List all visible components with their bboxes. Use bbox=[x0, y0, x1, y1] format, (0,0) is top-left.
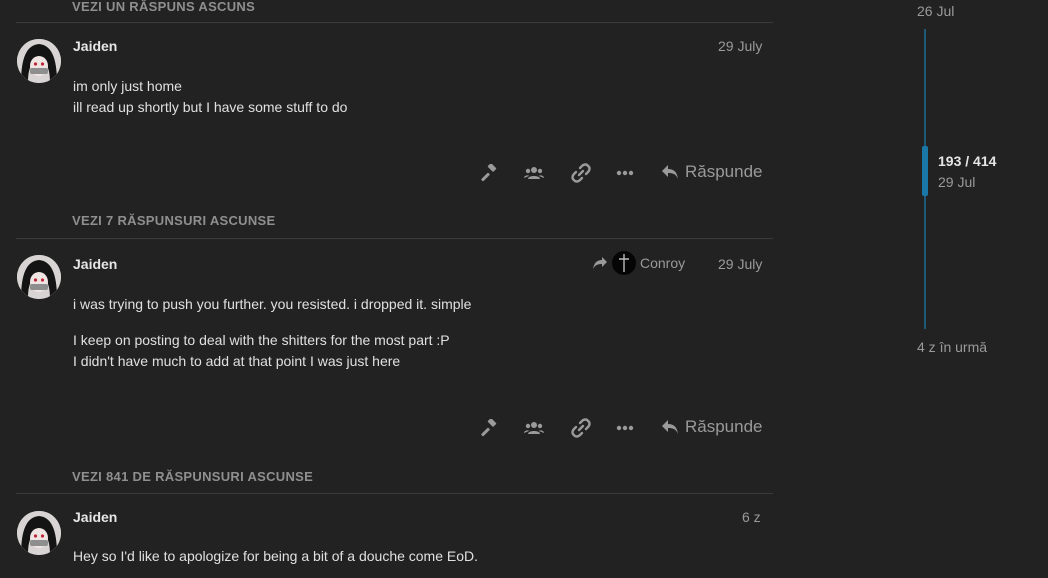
topic-page: VEZI UN RĂSPUNS ASCUNS Jaiden 29 July im… bbox=[0, 0, 1048, 578]
reply-button[interactable]: Răspunde bbox=[661, 417, 763, 437]
gavel-icon[interactable] bbox=[479, 417, 501, 439]
post-username[interactable]: Jaiden bbox=[73, 256, 117, 272]
reply-button-label: Răspunde bbox=[685, 162, 763, 181]
timeline-position: 193 / 414 bbox=[938, 153, 997, 169]
post-date[interactable]: 29 July bbox=[718, 38, 762, 54]
post-paragraph: im only just home ill read up shortly bu… bbox=[73, 78, 348, 115]
post-divider bbox=[16, 238, 773, 239]
show-hidden-replies-link[interactable]: VEZI UN RĂSPUNS ASCUNS bbox=[72, 0, 255, 14]
ellipsis-icon[interactable] bbox=[614, 417, 636, 439]
timeline-start-date[interactable]: 26 Jul bbox=[917, 3, 954, 19]
post-paragraph: i was trying to push you further. you re… bbox=[73, 296, 472, 312]
post-divider bbox=[16, 22, 773, 23]
reply-to-avatar bbox=[612, 251, 636, 275]
post-body: Hey so I'd like to apologize for being a… bbox=[73, 546, 478, 567]
avatar[interactable] bbox=[17, 511, 61, 555]
reply-button[interactable]: Răspunde bbox=[661, 162, 763, 182]
post-body: im only just home ill read up shortly bu… bbox=[73, 76, 347, 118]
timeline-end-label[interactable]: 4 z în urmă bbox=[917, 339, 987, 355]
post-date[interactable]: 6 z bbox=[742, 509, 761, 525]
post-date[interactable]: 29 July bbox=[718, 256, 762, 272]
timeline-scroll-handle[interactable] bbox=[922, 146, 928, 196]
post-paragraph: Hey so I'd like to apologize for being a… bbox=[73, 548, 479, 564]
reply-icon bbox=[662, 165, 678, 179]
gavel-icon[interactable] bbox=[479, 162, 501, 184]
ellipsis-icon[interactable] bbox=[614, 162, 636, 184]
reply-icon bbox=[662, 420, 678, 434]
link-icon[interactable] bbox=[570, 417, 592, 439]
avatar[interactable] bbox=[17, 39, 61, 83]
reply-to-username: Conroy bbox=[640, 255, 686, 271]
post-username[interactable]: Jaiden bbox=[73, 509, 117, 525]
show-hidden-replies-link[interactable]: VEZI 7 RĂSPUNSURI ASCUNSE bbox=[72, 213, 276, 228]
share-arrow-icon bbox=[593, 257, 607, 269]
avatar[interactable] bbox=[17, 255, 61, 299]
users-icon[interactable] bbox=[523, 162, 545, 184]
reply-button-label: Răspunde bbox=[685, 417, 763, 436]
users-icon[interactable] bbox=[523, 417, 545, 439]
post-body: i was trying to push you further. you re… bbox=[73, 294, 471, 372]
show-hidden-replies-link[interactable]: VEZI 841 DE RĂSPUNSURI ASCUNSE bbox=[72, 469, 313, 484]
post-username[interactable]: Jaiden bbox=[73, 38, 117, 54]
reply-to-tab[interactable]: Conroy bbox=[592, 251, 685, 275]
link-icon[interactable] bbox=[570, 162, 592, 184]
timeline-current-date: 29 Jul bbox=[938, 174, 976, 190]
post-paragraph: I keep on posting to deal with the shitt… bbox=[73, 332, 450, 369]
post-divider bbox=[16, 493, 773, 494]
